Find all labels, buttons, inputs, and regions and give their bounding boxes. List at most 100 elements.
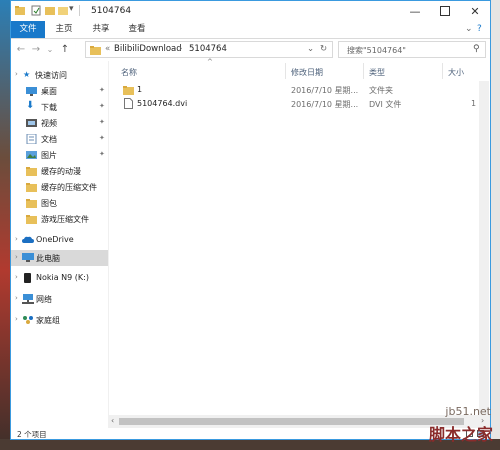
new-folder-icon[interactable] (45, 5, 55, 16)
file-row[interactable]: 5104764.dvi 2016/7/10 星期... DVI 文件 1 KB (121, 97, 489, 111)
recent-locations-button[interactable]: ⌄ (44, 43, 56, 57)
watermark: jb51.net 脚本之家 (405, 405, 495, 445)
column-header-name[interactable]: 名称 (121, 67, 137, 78)
back-button[interactable]: ← (15, 43, 27, 57)
folder-icon (26, 215, 37, 224)
nav-item-image-pack[interactable]: 图包 (11, 195, 108, 211)
expand-chevron-icon[interactable]: › (15, 70, 18, 78)
nav-item-network[interactable]: › 网络 (11, 291, 108, 307)
expand-ribbon-icon[interactable]: ⌄ (465, 24, 473, 34)
customize-toolbar-icon[interactable]: ▾ (69, 4, 79, 15)
window-title: 5104764 (91, 6, 132, 16)
column-header-modified[interactable]: 修改日期 (291, 67, 323, 78)
tab-file[interactable]: 文件 (11, 21, 45, 38)
pin-icon: ✦ (99, 134, 105, 142)
search-placeholder: 搜索"5104764" (347, 46, 406, 55)
desktop-icon (26, 87, 37, 96)
column-separator[interactable] (363, 63, 364, 79)
breadcrumb-bilibilidownload[interactable]: BilibiliDownload (114, 44, 182, 54)
nav-item-cached-anime[interactable]: 缓存的动漫 (11, 163, 108, 179)
nav-item-label: 文档 (41, 135, 57, 144)
nav-item-label: 图包 (41, 199, 57, 208)
pin-icon: ✦ (99, 150, 105, 158)
close-button[interactable]: ✕ (460, 1, 490, 21)
vertical-scrollbar[interactable] (479, 81, 489, 428)
network-icon (22, 294, 34, 304)
nav-item-nokia-n9[interactable]: › Nokia N9 (K:) (11, 270, 108, 286)
file-name[interactable]: 5104764.dvi (137, 99, 187, 108)
new-folder-icon[interactable] (58, 5, 68, 16)
title-separator (79, 5, 80, 16)
cloud-icon (22, 236, 34, 243)
help-icon[interactable]: ? (477, 24, 482, 34)
column-separator[interactable] (285, 63, 286, 79)
folder-icon (15, 6, 25, 15)
nav-item-homegroup[interactable]: › 家庭组 (11, 312, 108, 328)
tab-view[interactable]: 查看 (119, 21, 155, 38)
up-button[interactable]: ↑ (59, 43, 71, 57)
address-dropdown-icon[interactable]: ⌄ (307, 44, 314, 54)
nav-item-label: 网络 (36, 295, 52, 304)
file-type: 文件夹 (369, 86, 393, 95)
tab-home[interactable]: 主页 (45, 21, 83, 38)
forward-button[interactable]: → (30, 43, 42, 57)
phone-icon (24, 273, 31, 283)
nav-item-label: OneDrive (36, 235, 74, 244)
file-name[interactable]: 1 (137, 85, 142, 94)
minimize-button[interactable]: — (400, 1, 430, 21)
properties-icon[interactable] (31, 5, 41, 16)
nav-item-cached-archives[interactable]: 缓存的压缩文件 (11, 179, 108, 195)
expand-chevron-icon[interactable]: › (15, 253, 18, 261)
breadcrumb-overflow[interactable]: « (105, 44, 110, 54)
title-bar: ▾ 5104764 — ✕ (11, 1, 490, 21)
pin-icon: ✦ (99, 86, 105, 94)
breadcrumb-separator[interactable]: › (223, 44, 226, 54)
scroll-left-icon[interactable]: ‹ (111, 416, 114, 425)
file-explorer-window: ▾ 5104764 — ✕ 文件 主页 共享 查看 ⌄ ? ← → ⌄ ↑ « … (10, 0, 491, 440)
nav-item-downloads[interactable]: ⬇ 下载 ✦ (11, 99, 108, 115)
expand-chevron-icon[interactable]: › (15, 235, 18, 243)
video-icon (26, 119, 37, 127)
download-icon: ⬇ (26, 100, 35, 111)
desktop-background-left (0, 0, 10, 450)
file-icon (124, 98, 133, 109)
folder-icon (90, 46, 101, 55)
tab-share[interactable]: 共享 (83, 21, 119, 38)
computer-icon (22, 253, 34, 262)
breadcrumb-5104764[interactable]: 5104764 (189, 44, 227, 54)
refresh-icon[interactable]: ↻ (320, 44, 327, 54)
nav-item-label: 此电脑 (36, 254, 60, 263)
file-row[interactable]: 1 2016/7/10 星期... 文件夹 (121, 83, 486, 97)
picture-icon (26, 151, 37, 159)
file-type: DVI 文件 (369, 100, 402, 109)
nav-item-label: 图片 (41, 151, 57, 160)
nav-item-label: 家庭组 (36, 316, 60, 325)
item-count: 2 个项目 (17, 430, 47, 439)
nav-item-onedrive[interactable]: › OneDrive (11, 232, 108, 248)
nav-item-label: 下载 (41, 103, 57, 112)
expand-chevron-icon[interactable]: › (15, 294, 18, 302)
nav-item-this-pc[interactable]: › 此电脑 (11, 250, 108, 266)
breadcrumb-separator[interactable]: › (179, 44, 182, 54)
maximize-button[interactable] (430, 1, 460, 21)
folder-icon (26, 199, 37, 208)
folder-icon (123, 86, 134, 95)
nav-item-game-archives[interactable]: 游戏压缩文件 (11, 211, 108, 227)
nav-item-videos[interactable]: 视频 ✦ (11, 115, 108, 131)
nav-item-documents[interactable]: 文档 ✦ (11, 131, 108, 147)
column-header-type[interactable]: 类型 (369, 67, 385, 78)
column-separator[interactable] (442, 63, 443, 79)
folder-icon (26, 167, 37, 176)
address-bar[interactable]: « BilibiliDownload › 5104764 › ⌄ ↻ (85, 41, 333, 58)
expand-chevron-icon[interactable]: › (15, 315, 18, 323)
nav-item-label: 游戏压缩文件 (41, 215, 89, 224)
column-header-size[interactable]: 大小 (448, 67, 464, 78)
nav-item-desktop[interactable]: 桌面 ✦ (11, 83, 108, 99)
search-box[interactable]: 搜索"5104764" ⚲ (338, 41, 486, 58)
star-icon: ★ (23, 70, 31, 79)
nav-quick-access[interactable]: › ★ 快速访问 (11, 67, 108, 83)
nav-item-pictures[interactable]: 图片 ✦ (11, 147, 108, 163)
navigation-pane: › ★ 快速访问 桌面 ✦ ⬇ 下载 ✦ 视频 ✦ 文档 ✦ 图片 ✦ 缓存的动… (11, 61, 108, 428)
expand-chevron-icon[interactable]: › (15, 273, 18, 281)
pane-divider[interactable] (108, 61, 109, 428)
